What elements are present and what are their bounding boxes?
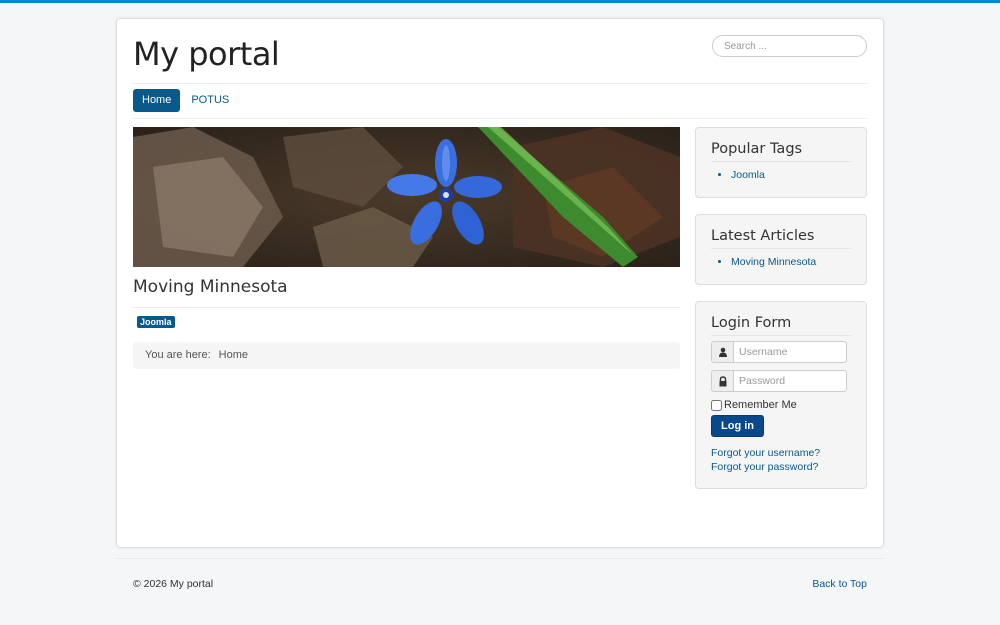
article-link[interactable]: Moving Minnesota bbox=[731, 256, 816, 268]
forgot-password-link[interactable]: Forgot your password? bbox=[711, 460, 851, 474]
page-container: My portal Home POTUS bbox=[116, 18, 884, 548]
list-item: Joomla bbox=[731, 167, 851, 183]
popular-tags-module: Popular Tags Joomla bbox=[695, 127, 867, 198]
login-title: Login Form bbox=[711, 315, 851, 336]
nav-divider bbox=[133, 118, 867, 119]
footer-divider bbox=[116, 558, 884, 559]
remember-me[interactable]: Remember Me bbox=[711, 399, 851, 411]
article-banner-image bbox=[133, 127, 680, 267]
back-to-top-link[interactable]: Back to Top bbox=[812, 578, 867, 590]
password-row bbox=[711, 370, 851, 392]
main-content: Moving Minnesota Joomla You are here: Hom… bbox=[133, 127, 680, 369]
lock-icon bbox=[711, 370, 733, 392]
search-input[interactable] bbox=[712, 35, 867, 57]
forgot-links: Forgot your username? Forgot your passwo… bbox=[711, 446, 851, 474]
breadcrumb-prefix: You are here: bbox=[145, 349, 211, 361]
nav-item-potus[interactable]: POTUS bbox=[182, 89, 238, 112]
login-button[interactable]: Log in bbox=[711, 415, 764, 437]
nav-item-home[interactable]: Home bbox=[133, 89, 181, 112]
user-icon bbox=[711, 341, 733, 363]
main-nav: Home POTUS bbox=[133, 89, 240, 112]
remember-checkbox[interactable] bbox=[711, 399, 722, 411]
header-divider bbox=[133, 83, 867, 84]
latest-articles-title: Latest Articles bbox=[711, 228, 851, 249]
site-title[interactable]: My portal bbox=[133, 35, 280, 73]
login-module: Login Form Remember Me Log in Forgot you… bbox=[695, 301, 867, 489]
footer-copyright: © 2026 My portal bbox=[133, 578, 214, 590]
popular-tags-title: Popular Tags bbox=[711, 141, 851, 162]
password-field[interactable] bbox=[733, 370, 847, 392]
breadcrumb: You are here: Home bbox=[133, 342, 680, 369]
remember-label: Remember Me bbox=[724, 399, 797, 411]
username-row bbox=[711, 341, 851, 363]
breadcrumb-current: Home bbox=[218, 349, 248, 361]
latest-articles-module: Latest Articles Moving Minnesota bbox=[695, 214, 867, 285]
sidebar: Popular Tags Joomla Latest Articles Movi… bbox=[695, 127, 867, 505]
article-tag[interactable]: Joomla bbox=[137, 316, 175, 328]
username-field[interactable] bbox=[733, 341, 847, 363]
article-title[interactable]: Moving Minnesota bbox=[133, 277, 680, 308]
tag-link[interactable]: Joomla bbox=[731, 169, 765, 181]
forgot-username-link[interactable]: Forgot your username? bbox=[711, 446, 851, 460]
list-item: Moving Minnesota bbox=[731, 254, 851, 270]
